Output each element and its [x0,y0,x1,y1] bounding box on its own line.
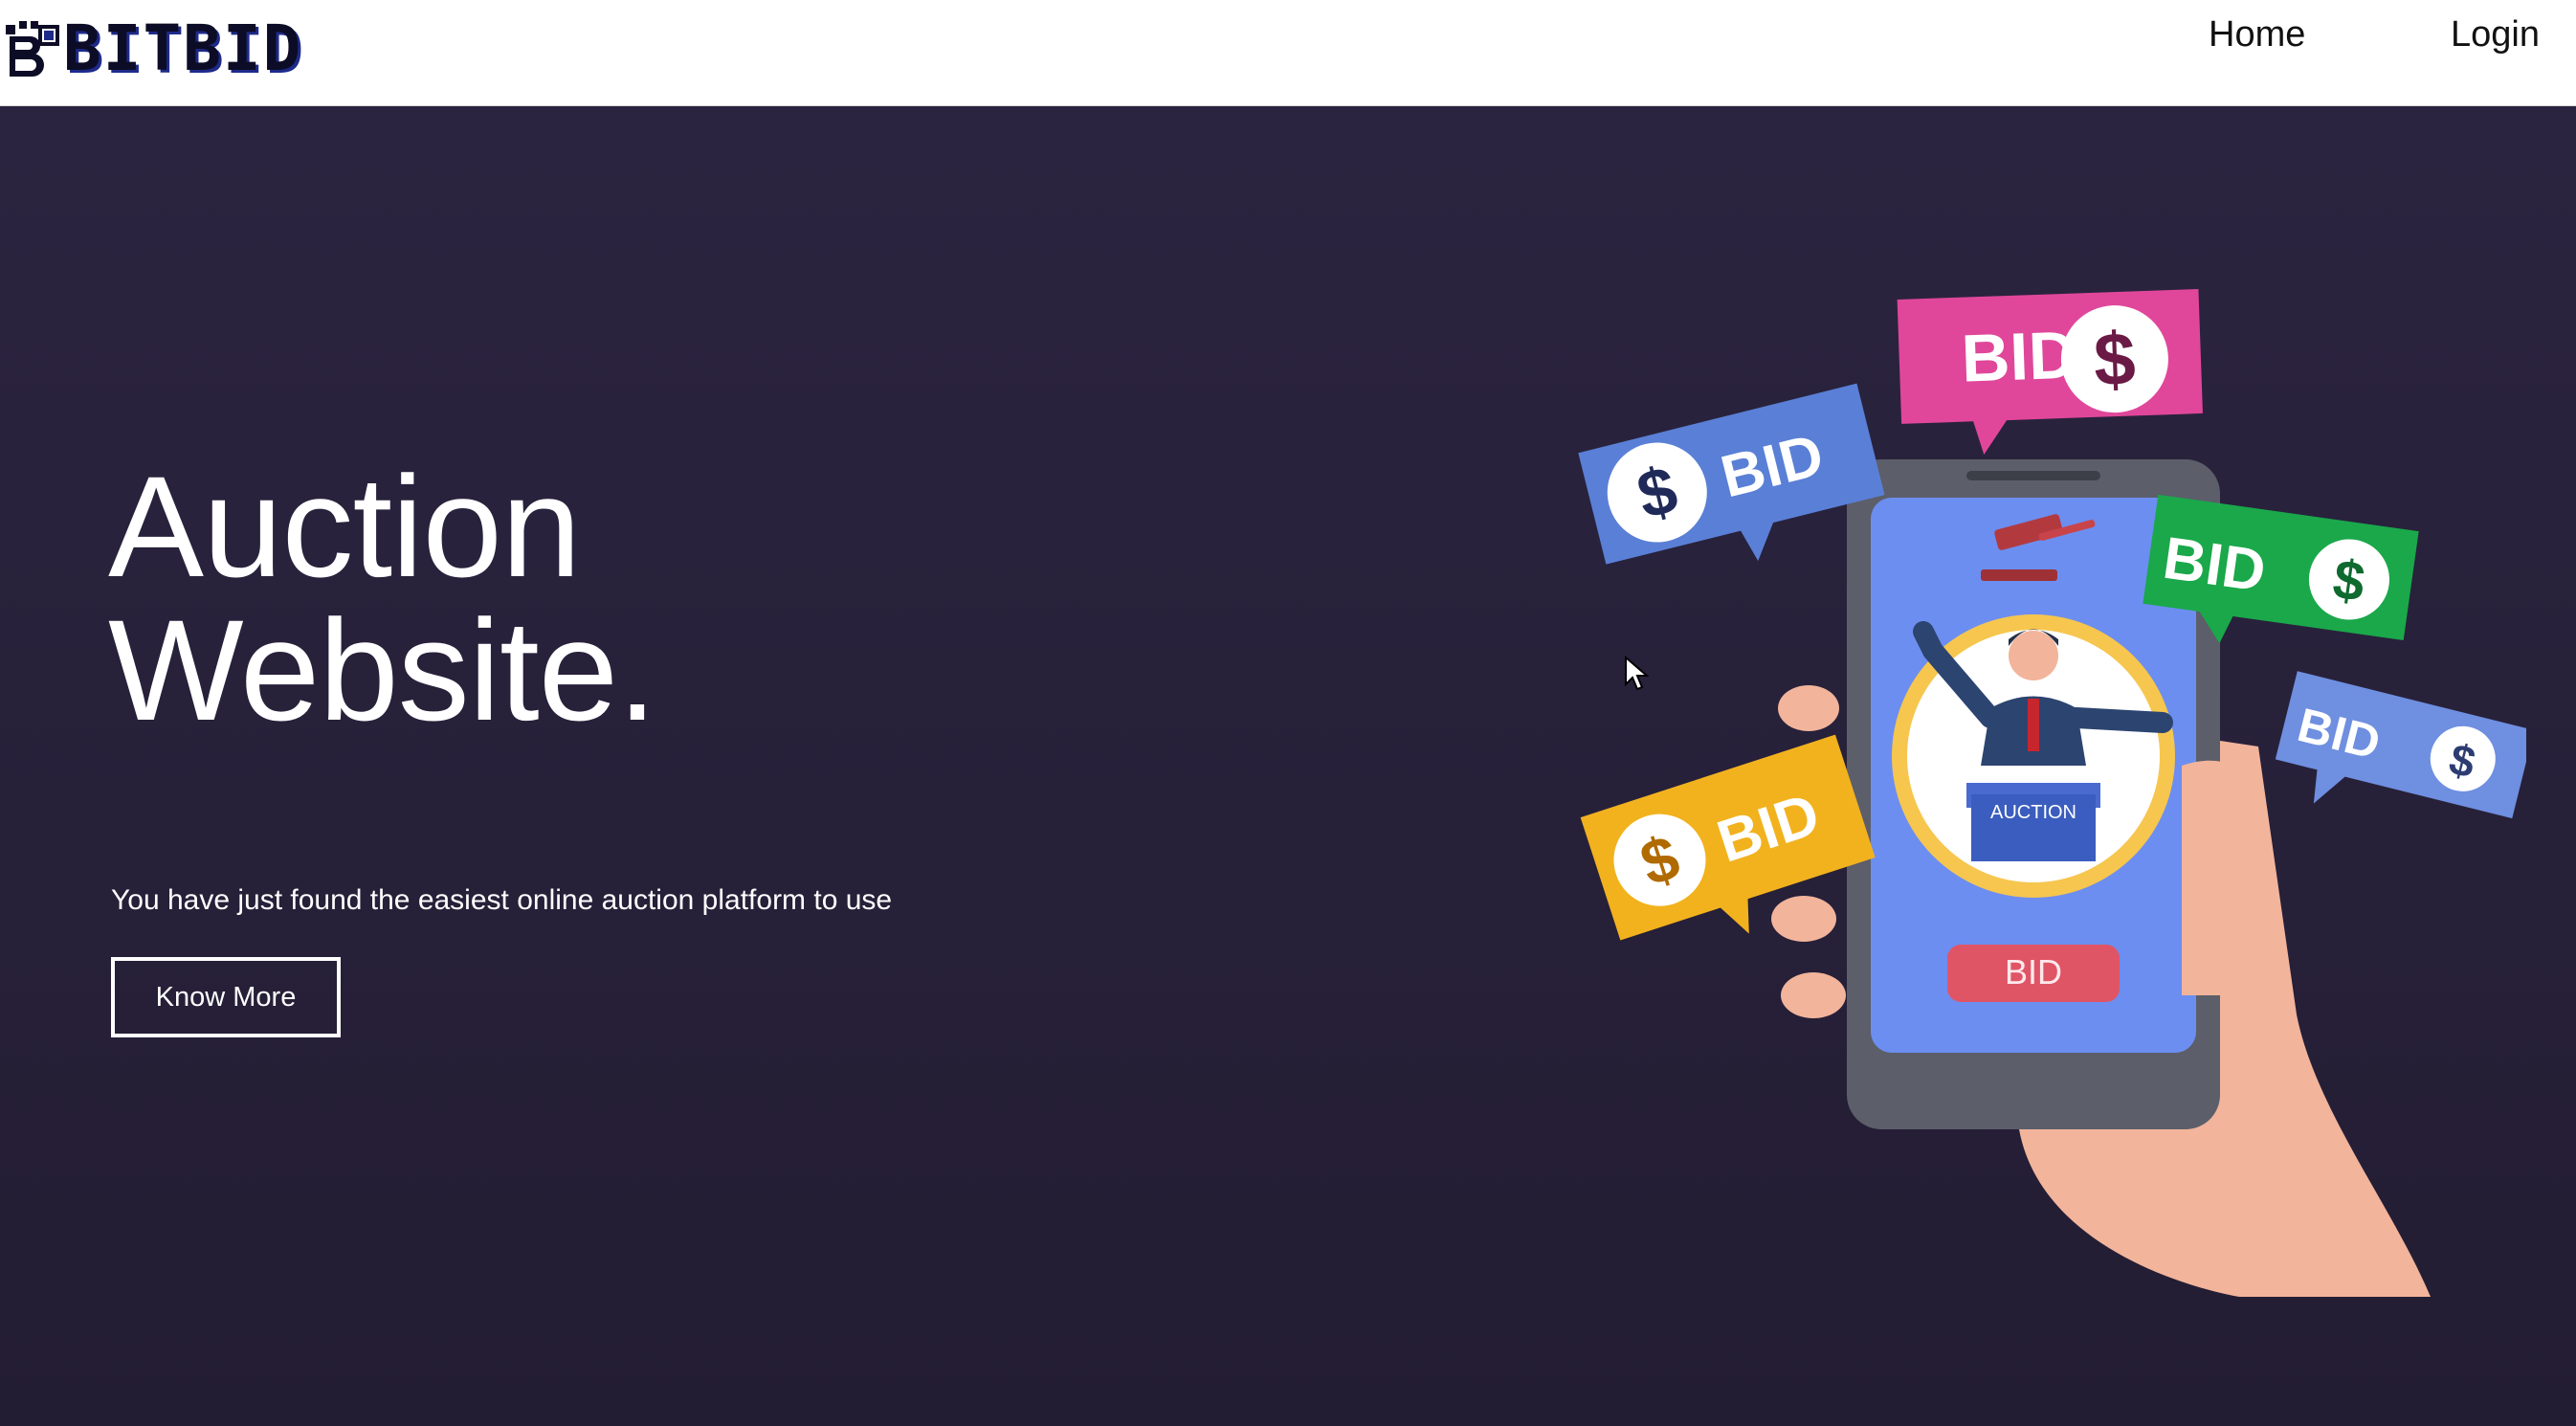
svg-text:BID: BID [1960,318,2077,396]
bid-bubble-yellow: $ BID [1580,734,1876,941]
brand-logo[interactable]: BITBID [0,11,303,85]
brand-name: BITBID [63,11,303,85]
bid-bubble-pink: BID $ [1897,289,2203,455]
top-navbar: BITBID Home Login [0,0,2576,106]
bitbid-logo-icon [6,21,59,77]
mouse-cursor-icon [1625,656,1649,691]
hero-title-line-1: Auction [108,446,581,607]
bid-bubble-blue-small: BID $ [2275,671,2526,819]
hero-subtitle: You have just found the easiest online a… [111,884,893,916]
svg-text:BID: BID [2159,525,2269,605]
know-more-button[interactable]: Know More [111,957,341,1037]
hero-title-line-2: Website. [108,590,657,750]
bid-bubble-blue: $ BID [1578,383,1885,565]
podium-label: AUCTION [1990,802,2076,823]
nav-home-link[interactable]: Home [2209,10,2305,59]
svg-text:$: $ [2093,316,2137,401]
hero-title: Auction Website. [108,455,969,742]
auction-phone-illustration: AUCTION BID BID $ $ BID BID $ BID $ $ BI… [1578,289,2526,1297]
nav-login-link[interactable]: Login [2451,10,2540,59]
phone-notch [1966,471,2100,480]
phone-bid-button-label: BID [2005,952,2062,992]
